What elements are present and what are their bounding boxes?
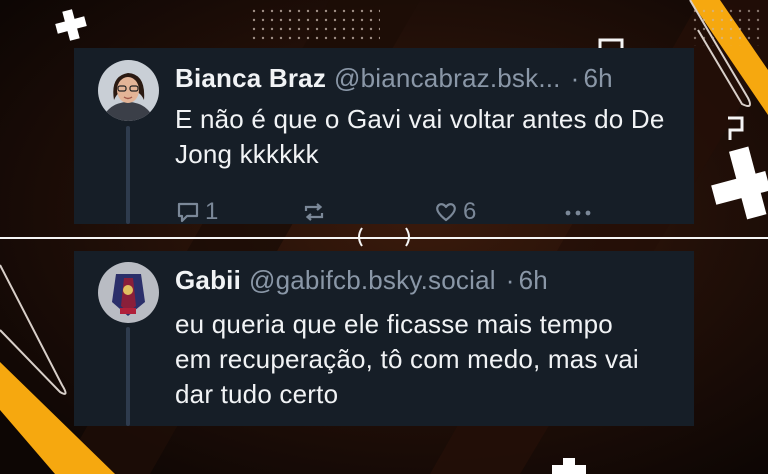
more-icon	[563, 199, 593, 225]
post-time[interactable]: 6h	[519, 265, 548, 295]
post-card[interactable]: Bianca Braz @biancabraz.bsk... · 6h E não é…	[74, 48, 694, 226]
repost-icon	[301, 199, 327, 225]
author-handle[interactable]: @biancabraz.bsk...	[334, 63, 561, 93]
reply-icon	[175, 199, 201, 225]
post-header: Bianca Braz @biancabraz.bsk... · 6h	[175, 62, 685, 94]
post-header: Gabii @gabifcb.bsky.social · 6h	[175, 264, 685, 296]
separator-dot: ·	[570, 63, 580, 93]
author-handle[interactable]: @gabifcb.bsky.social	[249, 265, 496, 295]
like-button[interactable]: 6	[433, 198, 476, 226]
like-count: 6	[463, 198, 477, 225]
like-icon	[433, 199, 459, 225]
separator-dot: ·	[505, 265, 515, 295]
author-name[interactable]: Bianca Braz	[175, 63, 326, 93]
reply-count: 1	[205, 198, 219, 225]
post-actions: 1 6	[175, 198, 685, 226]
thread-line	[126, 126, 130, 224]
author-name[interactable]: Gabii	[175, 265, 241, 295]
reply-button[interactable]: 1	[175, 198, 218, 226]
thread-line	[126, 327, 130, 426]
divider-notch	[358, 227, 410, 247]
post-time[interactable]: 6h	[583, 63, 612, 93]
more-options-button[interactable]	[563, 198, 593, 226]
repost-button[interactable]	[301, 198, 327, 226]
post-card[interactable]: Gabii @gabifcb.bsky.social · 6h eu queria q…	[74, 251, 694, 426]
post-text: eu queria que ele ficasse mais tempo em …	[175, 309, 639, 409]
post-text: E não é que o Gavi vai voltar antes do D…	[175, 104, 665, 169]
avatar[interactable]	[98, 60, 159, 121]
avatar[interactable]	[98, 262, 159, 323]
